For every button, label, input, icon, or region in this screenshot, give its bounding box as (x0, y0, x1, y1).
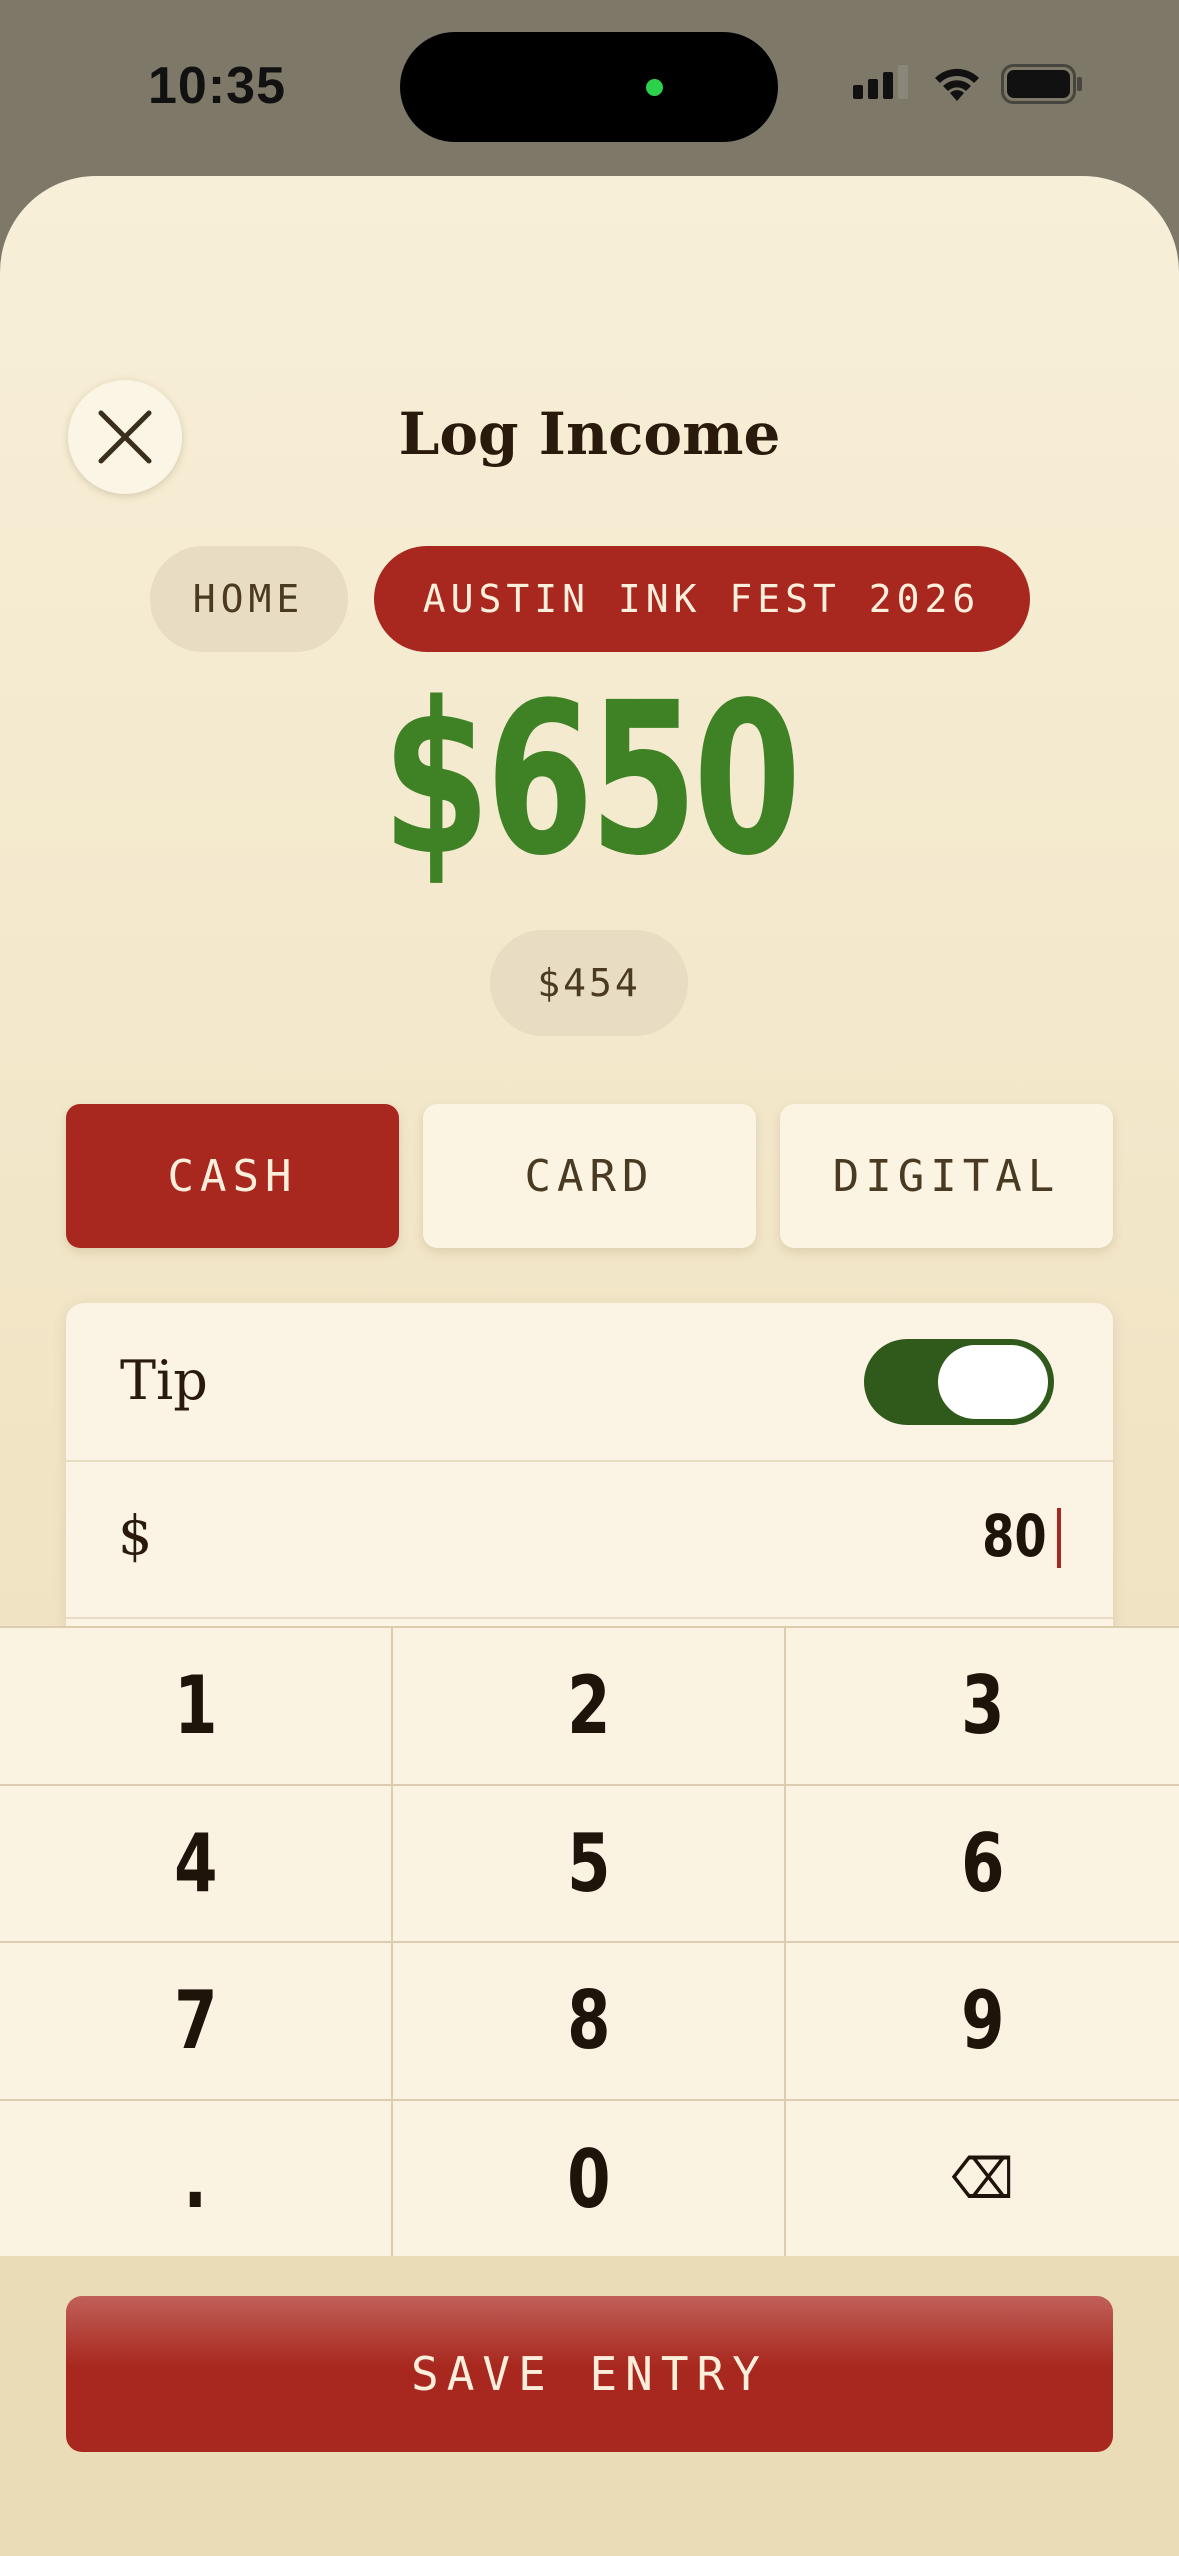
page-title: Log Income (398, 400, 781, 468)
toggle-knob (938, 1345, 1048, 1419)
key-label: 8 (566, 1974, 611, 2068)
key-decimal[interactable]: . (0, 2100, 393, 2258)
key-label: 1 (173, 1659, 218, 1753)
tip-card: Tip $ 80 (66, 1303, 1113, 1629)
key-label: 3 (960, 1659, 1005, 1753)
context-chips: HOME AUSTIN INK FEST 2026 (0, 546, 1179, 652)
save-entry-button[interactable]: SAVE ENTRY (66, 2296, 1113, 2452)
numeric-keypad: 1 2 3 4 5 6 7 8 9 . 0 ⌫ (0, 1626, 1179, 2258)
key-label: 5 (566, 1816, 611, 1910)
key-label: 6 (960, 1816, 1005, 1910)
wifi-icon (935, 68, 979, 101)
key-label: . (183, 2132, 208, 2226)
dynamic-island (400, 32, 778, 142)
key-label: 9 (960, 1974, 1005, 2068)
tip-amount-row[interactable]: $ 80 (66, 1462, 1113, 1619)
key-label: 7 (173, 1974, 218, 2068)
backspace-icon: ⌫ (951, 2146, 1014, 2212)
secondary-amount-pill: $454 (490, 930, 688, 1036)
key-label: 0 (566, 2132, 611, 2226)
status-bar: 10:35 (0, 0, 1179, 170)
tip-label: Tip (120, 1349, 208, 1412)
key-4[interactable]: 4 (0, 1785, 393, 1943)
key-7[interactable]: 7 (0, 1943, 393, 2101)
key-8[interactable]: 8 (393, 1943, 786, 2101)
key-label: 4 (173, 1816, 218, 1910)
digital-button[interactable]: DIGITAL (780, 1104, 1113, 1248)
currency-symbol: $ (118, 1504, 153, 1567)
tip-amount-input[interactable]: 80 (982, 1502, 1047, 1570)
key-0[interactable]: 0 (393, 2100, 786, 2258)
battery-icon (1001, 64, 1082, 104)
key-5[interactable]: 5 (393, 1785, 786, 1943)
footer: SAVE ENTRY (0, 2256, 1179, 2556)
status-time: 10:35 (148, 57, 286, 115)
key-9[interactable]: 9 (786, 1943, 1179, 2101)
text-caret (1057, 1508, 1061, 1568)
key-2[interactable]: 2 (393, 1628, 786, 1786)
tip-toggle[interactable] (864, 1339, 1054, 1425)
status-icons (853, 64, 1083, 104)
key-3[interactable]: 3 (786, 1628, 1179, 1786)
home-chip[interactable]: HOME (149, 546, 348, 652)
payment-method-selector: CASH CARD DIGITAL (66, 1104, 1113, 1248)
total-amount: $650 (382, 657, 801, 902)
cellular-signal-icon (853, 65, 908, 99)
camera-indicator-icon (646, 79, 663, 96)
cash-button[interactable]: CASH (66, 1104, 399, 1248)
event-chip[interactable]: AUSTIN INK FEST 2026 (373, 546, 1030, 652)
key-1[interactable]: 1 (0, 1628, 393, 1786)
tip-row: Tip (66, 1303, 1113, 1462)
key-label: 2 (566, 1659, 611, 1753)
backspace-key[interactable]: ⌫ (786, 2101, 1179, 2259)
card-button[interactable]: CARD (423, 1104, 756, 1248)
key-6[interactable]: 6 (786, 1786, 1179, 1943)
